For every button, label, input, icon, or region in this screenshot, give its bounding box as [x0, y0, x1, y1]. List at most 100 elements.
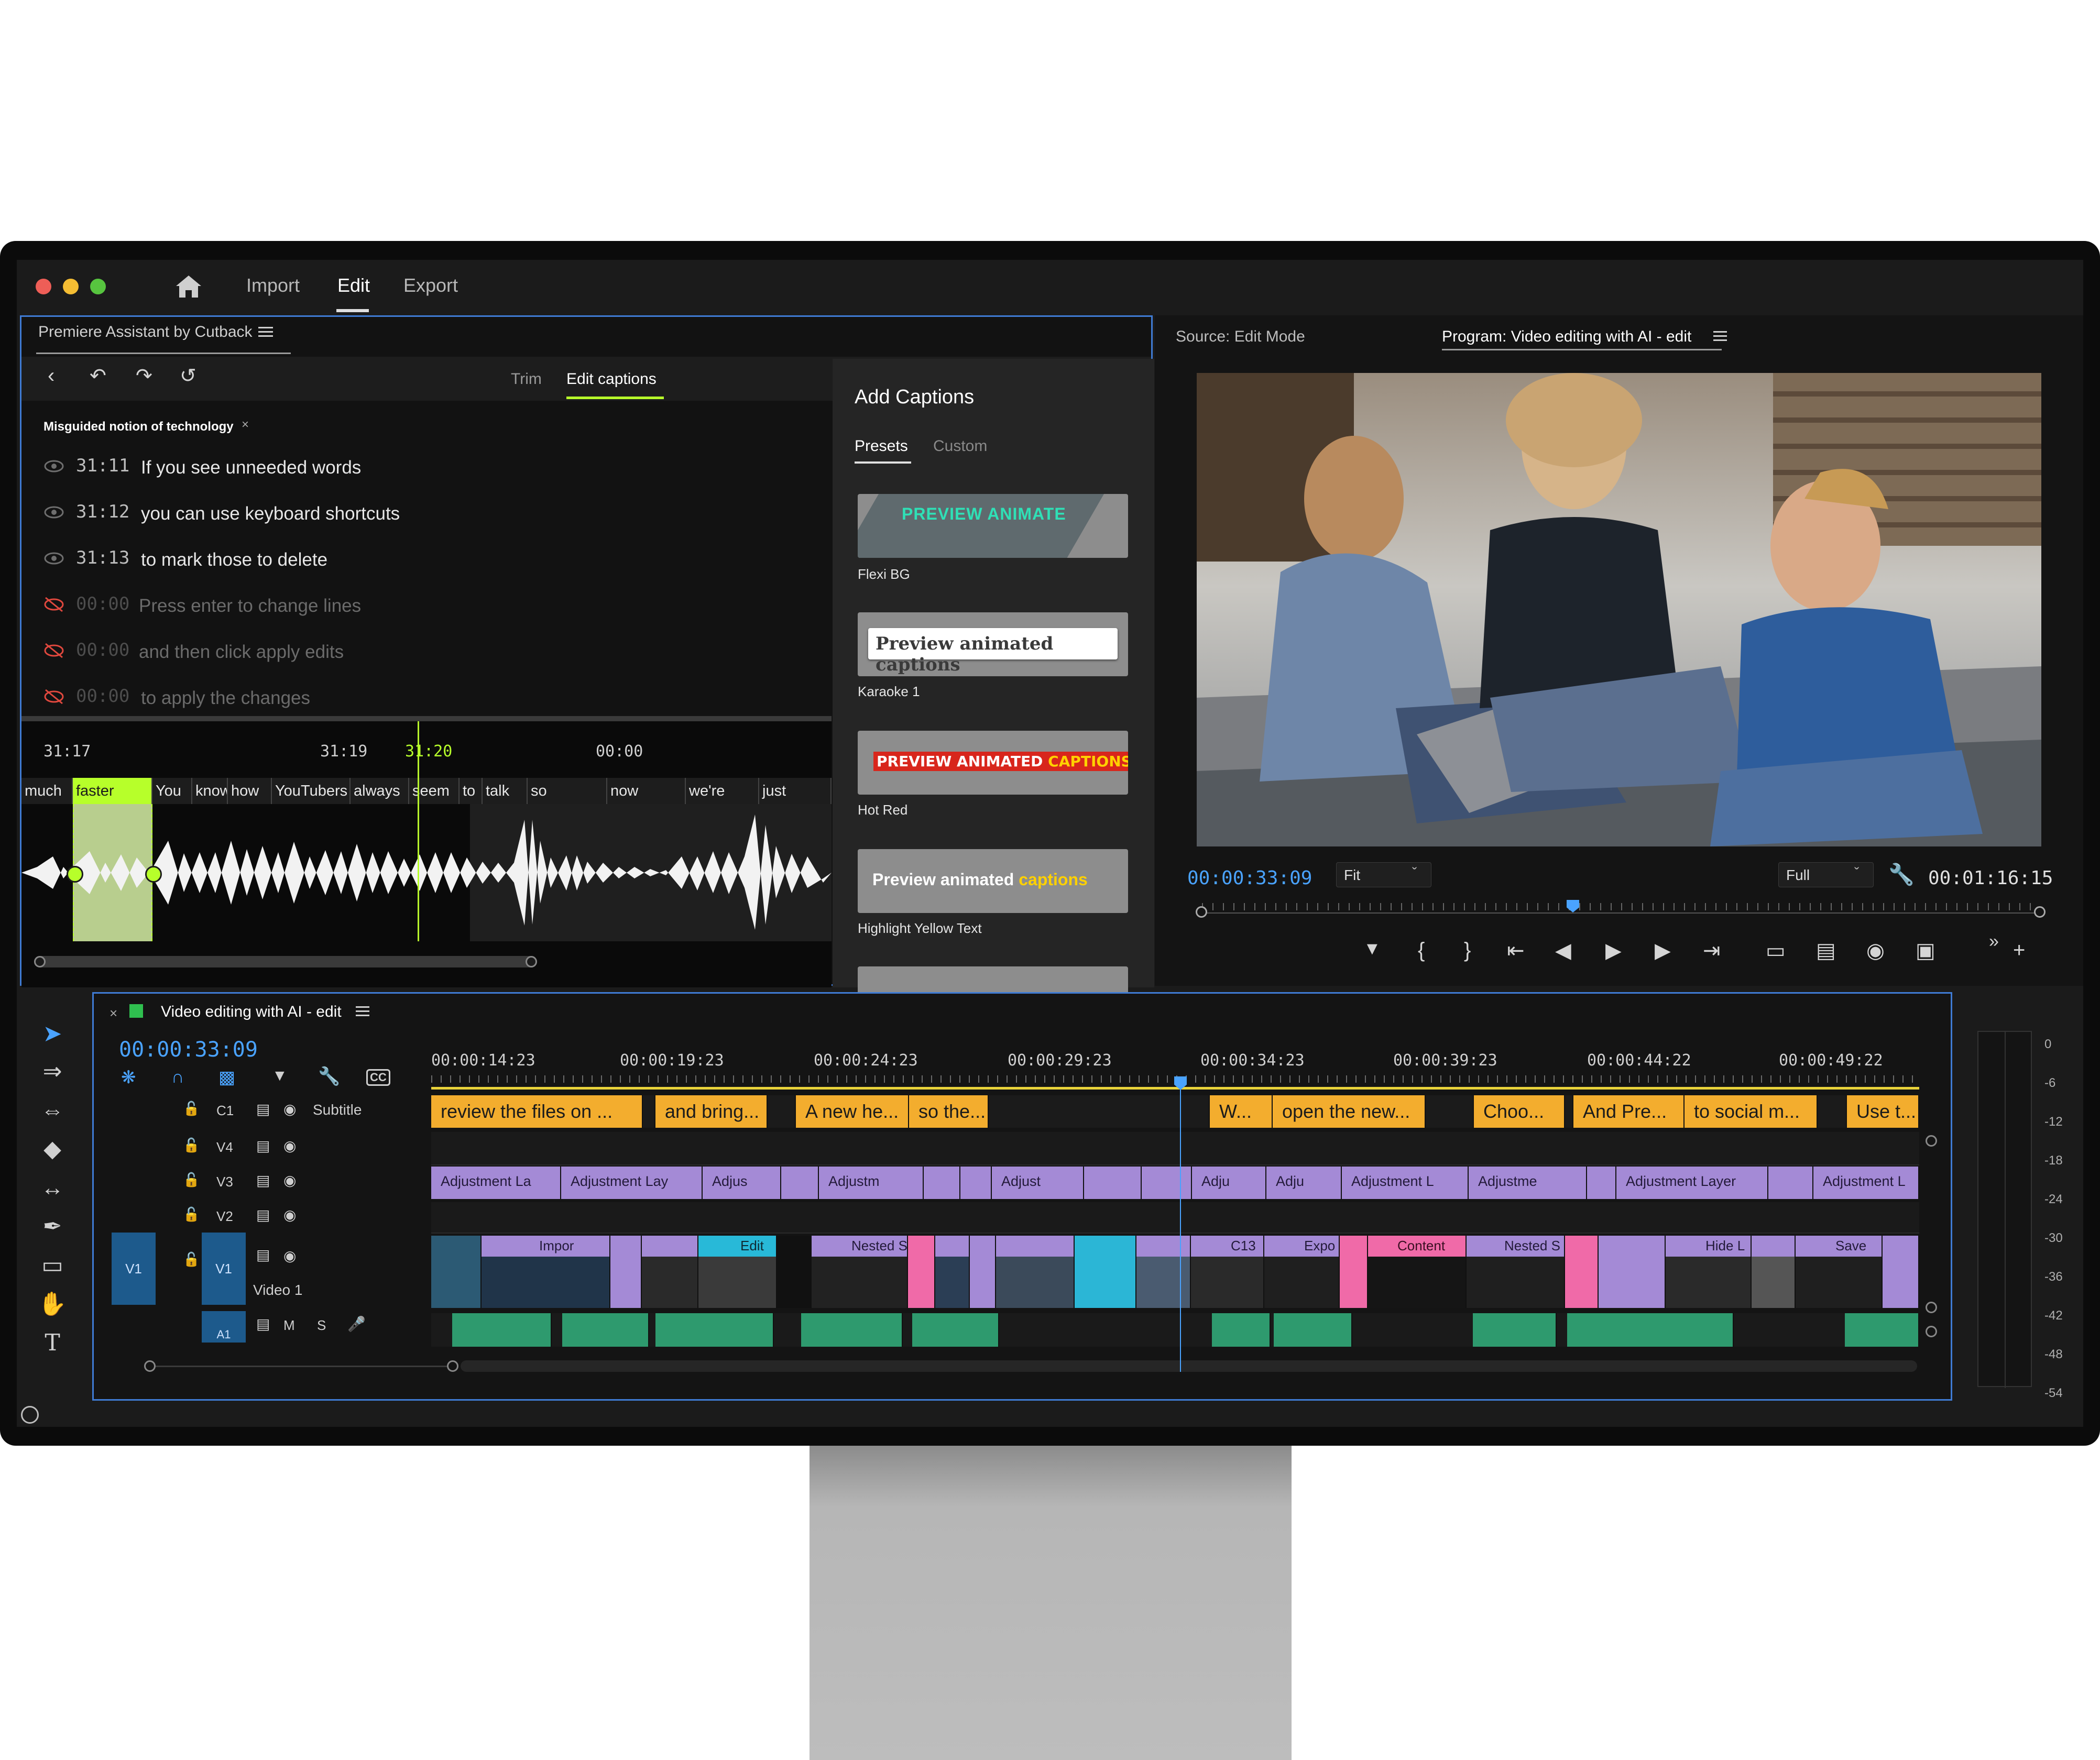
toggle-output-icon[interactable]: ▤	[256, 1172, 270, 1189]
video-clip[interactable]: C13	[1191, 1236, 1264, 1308]
caption-text[interactable]: to mark those to delete	[141, 549, 327, 570]
word-chip[interactable]: You	[152, 778, 192, 804]
lock-icon[interactable]: 🔓	[183, 1206, 200, 1223]
video-clip[interactable]: Nested S	[1467, 1236, 1565, 1308]
add-marker-icon[interactable]: ▼	[272, 1067, 288, 1085]
eye-off-icon[interactable]	[43, 597, 64, 612]
caption-line[interactable]: 31:12 you can use keyboard shortcuts	[21, 499, 828, 541]
eye-off-icon[interactable]	[43, 643, 64, 658]
timeline-timecode[interactable]: 00:00:33:09	[119, 1038, 258, 1062]
video-clip[interactable]: Impor	[482, 1236, 610, 1308]
video-clip[interactable]	[1752, 1236, 1796, 1308]
eye-icon[interactable]: ◉	[283, 1101, 296, 1118]
track-target-a1[interactable]: A1	[202, 1311, 246, 1343]
word-chip[interactable]: now	[607, 778, 686, 804]
redo-icon[interactable]: ↷	[136, 364, 152, 388]
hand-tool-icon[interactable]: ✋	[37, 1289, 68, 1320]
video-frame[interactable]	[1197, 373, 2041, 846]
caption-text[interactable]: to apply the changes	[141, 688, 310, 709]
word-chip[interactable]: just	[759, 778, 832, 804]
track-target-v1[interactable]: V1	[202, 1233, 246, 1305]
nav-export[interactable]: Export	[403, 274, 458, 296]
program-scrubber[interactable]	[1196, 900, 2046, 918]
adjustment-clip[interactable]	[781, 1167, 819, 1199]
close-tab-icon[interactable]: ×	[110, 1005, 117, 1021]
word-chip[interactable]: YouTubers	[272, 778, 351, 804]
eye-icon[interactable]: ◉	[283, 1137, 296, 1154]
video-clip[interactable]	[935, 1236, 970, 1308]
video-clip[interactable]	[996, 1236, 1075, 1308]
audio-clip[interactable]	[1274, 1313, 1352, 1347]
adjustment-clip[interactable]	[960, 1167, 992, 1199]
play-icon[interactable]: ▶	[1605, 939, 1622, 963]
video-clip[interactable]: Hide L	[1666, 1236, 1752, 1308]
track-scroll-handle[interactable]	[1926, 1326, 1937, 1337]
audio-clip[interactable]	[1845, 1313, 1919, 1347]
preset-karaoke-1[interactable]: Preview animated captions	[858, 612, 1128, 676]
step-back-icon[interactable]: ◀	[1555, 939, 1571, 963]
camera-icon[interactable]: ◉	[1866, 939, 1885, 963]
track-scroll-handle[interactable]	[1926, 1302, 1937, 1313]
resolution-select[interactable]: Full ˇ	[1778, 862, 1874, 887]
wrench-icon[interactable]: 🔧	[1888, 862, 1915, 887]
panel-menu-icon[interactable]	[1713, 330, 1727, 342]
wave-scrollbar[interactable]	[34, 956, 537, 967]
ripple-edit-tool-icon[interactable]: ⇔	[37, 1095, 68, 1126]
nav-edit[interactable]: Edit	[337, 274, 370, 296]
add-button-icon[interactable]: +	[2013, 939, 2025, 962]
adjustment-clip[interactable]: Adjustment Layer	[1616, 1167, 1768, 1199]
playhead-marker[interactable]	[1567, 900, 1579, 912]
audio-clip[interactable]	[562, 1313, 649, 1347]
toggle-output-icon[interactable]: ▤	[256, 1206, 270, 1224]
word-chip[interactable]: talk	[483, 778, 528, 804]
eye-icon[interactable]	[43, 551, 64, 566]
eye-icon[interactable]	[43, 504, 64, 520]
subtitle-clip[interactable]: W...	[1210, 1095, 1273, 1128]
toggle-output-icon[interactable]: ▤	[256, 1101, 270, 1118]
track-scroll-handle[interactable]	[1926, 1135, 1937, 1147]
adjustment-clip[interactable]	[1768, 1167, 1813, 1199]
lock-icon[interactable]: 🔓	[183, 1137, 200, 1153]
nav-import[interactable]: Import	[246, 274, 300, 296]
adjustment-clip[interactable]	[1084, 1167, 1142, 1199]
word-chip[interactable]: so	[528, 778, 607, 804]
tab-custom[interactable]: Custom	[933, 437, 987, 455]
adjustment-clip[interactable]: Adjustment L	[1342, 1167, 1469, 1199]
slip-tool-icon[interactable]: ↔	[37, 1172, 68, 1204]
rectangle-tool-icon[interactable]: ▭	[37, 1250, 68, 1281]
subtitle-clip[interactable]: so the...	[909, 1095, 989, 1128]
adjustment-clip[interactable]	[1142, 1167, 1192, 1199]
adjustment-clip[interactable]: Adju	[1266, 1167, 1342, 1199]
word-chip[interactable]: know	[192, 778, 228, 804]
lock-icon[interactable]: 🔓	[183, 1101, 200, 1117]
audio-clip[interactable]	[1212, 1313, 1271, 1347]
mark-in-icon[interactable]: {	[1418, 939, 1425, 962]
audio-clip[interactable]	[1567, 1313, 1734, 1347]
nest-icon[interactable]: ❋	[121, 1067, 136, 1088]
subtitle-clip[interactable]: Use t...	[1847, 1095, 1919, 1128]
timeline-header-scrollbar[interactable]	[144, 1360, 458, 1372]
panel-menu-icon[interactable]	[356, 1005, 369, 1017]
back-icon[interactable]: ‹	[48, 364, 54, 388]
adjustment-clip[interactable]: Adjustment L	[1813, 1167, 1919, 1199]
go-to-in-icon[interactable]: ⇤	[1507, 939, 1525, 963]
caption-line[interactable]: 31:11 If you see unneeded words	[21, 453, 828, 495]
preset-hot-red[interactable]: PREVIEW ANIMATED CAPTIONS	[858, 731, 1128, 795]
word-chip[interactable]: how	[228, 778, 272, 804]
adjustment-clip[interactable]	[924, 1167, 960, 1199]
word-chip[interactable]: to	[460, 778, 483, 804]
caption-text[interactable]: Press enter to change lines	[139, 596, 361, 617]
captions-cc-icon[interactable]: CC	[366, 1069, 390, 1086]
video-clip[interactable]	[610, 1236, 642, 1308]
video-clip[interactable]	[1136, 1236, 1191, 1308]
video-clip[interactable]	[1883, 1236, 1919, 1308]
toggle-output-icon[interactable]: ▤	[256, 1315, 270, 1333]
adjustment-clip[interactable]: Adjustment Lay	[561, 1167, 703, 1199]
zoom-select[interactable]: Fit ˇ	[1336, 862, 1431, 887]
video-clip[interactable]	[431, 1236, 482, 1308]
word-chip-selected[interactable]: faster	[73, 778, 152, 804]
adjustment-clip[interactable]	[1587, 1167, 1616, 1199]
adjustment-clip[interactable]: Adjustment La	[431, 1167, 561, 1199]
timeline-horizontal-scrollbar[interactable]	[461, 1360, 1917, 1372]
video-clip[interactable]	[1340, 1236, 1368, 1308]
